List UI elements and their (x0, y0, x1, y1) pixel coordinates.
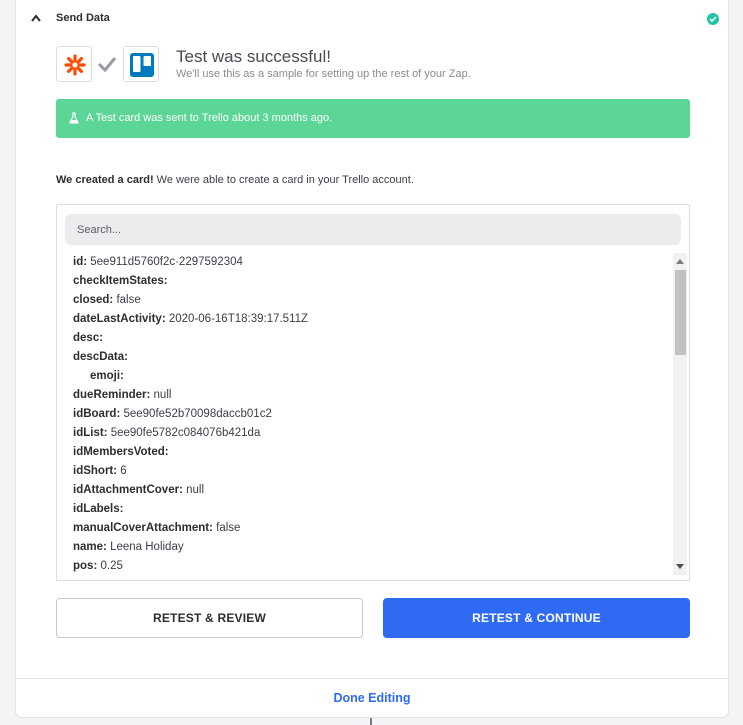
field-row: closed: false (73, 291, 663, 310)
field-key: closed: (73, 294, 114, 306)
flask-icon (69, 112, 79, 124)
created-message: We created a card! We were able to creat… (56, 174, 414, 186)
field-key: idAttachmentCover: (73, 484, 183, 496)
created-rest: We were able to create a card in your Tr… (153, 174, 414, 186)
data-output-box: id: 5ee911d5760f2c·2297592304 checkItemSt… (56, 204, 690, 581)
field-row: id: 5ee911d5760f2c·2297592304 (73, 253, 663, 272)
field-key: name: (73, 541, 107, 553)
field-value: Leena Holiday (106, 541, 184, 553)
field-row: manualCoverAttachment: false (73, 519, 663, 538)
retest-review-button[interactable]: RETEST & REVIEW (56, 598, 363, 638)
test-result-title: Test was successful! (176, 47, 331, 66)
field-list: id: 5ee911d5760f2c·2297592304 checkItemSt… (73, 253, 663, 575)
step-panel: Send Data Test was successful! We'll use… (15, 0, 729, 718)
field-value: false (113, 294, 141, 306)
field-key: descData: (73, 351, 128, 363)
retest-continue-button[interactable]: RETEST & CONTINUE (383, 598, 690, 638)
trello-logo-icon (123, 46, 159, 82)
zapier-logo-icon (56, 46, 92, 82)
field-row: name: Leena Holiday (73, 538, 663, 557)
scrollbar-thumb[interactable] (675, 270, 686, 355)
test-result-subtitle: We'll use this as a sample for setting u… (176, 68, 471, 80)
field-row: idShort: 6 (73, 462, 663, 481)
field-row: idAttachmentCover: null (73, 481, 663, 500)
field-key: emoji: (90, 370, 124, 382)
step-title: Send Data (56, 12, 110, 24)
banner-message: A Test card was sent to Trello about 3 m… (86, 112, 333, 124)
created-bold: We created a card! (56, 174, 154, 186)
success-check-icon (707, 13, 719, 25)
field-row: dueReminder: null (73, 386, 663, 405)
scroll-up-arrow-icon[interactable] (676, 259, 684, 264)
field-value: 6 (117, 465, 127, 477)
field-row: pos: 0.25 (73, 557, 663, 575)
flow-connector (370, 718, 372, 725)
field-row: idLabels: (73, 500, 663, 519)
scroll-down-arrow-icon[interactable] (676, 564, 684, 569)
field-row: descData: (73, 348, 663, 367)
field-row: emoji: (73, 367, 663, 386)
field-value: 2020-06-16T18:39:17.511Z (165, 313, 309, 325)
field-value: 5ee911d5760f2c·2297592304 (87, 256, 243, 268)
check-icon (97, 57, 117, 72)
field-key: dateLastActivity: (73, 313, 166, 325)
done-editing-link[interactable]: Done Editing (16, 691, 728, 705)
field-key: id: (73, 256, 88, 268)
field-key: idShort: (73, 465, 118, 477)
field-key: idBoard: (73, 408, 121, 420)
scrollbar[interactable] (673, 253, 687, 575)
search-input[interactable] (65, 214, 681, 245)
step-header[interactable]: Send Data (16, 0, 728, 38)
field-value: null (150, 389, 172, 401)
field-row: idList: 5ee90fe5782c084076b421da (73, 424, 663, 443)
field-key: pos: (73, 560, 98, 572)
field-key: idList: (73, 427, 108, 439)
field-row: checkItemStates: (73, 272, 663, 291)
field-value: 0.25 (97, 560, 123, 572)
field-key: idLabels: (73, 503, 124, 515)
field-key: checkItemStates: (73, 275, 168, 287)
footer: Done Editing (16, 678, 728, 718)
field-value: 5ee90fe5782c084076b421da (107, 427, 261, 439)
field-key: desc: (73, 332, 104, 344)
field-value: 5ee90fe52b70098daccb01c2 (120, 408, 272, 420)
field-row: dateLastActivity: 2020-06-16T18:39:17.51… (73, 310, 663, 329)
field-value: null (182, 484, 205, 496)
field-key: dueReminder: (73, 389, 151, 401)
field-row: desc: (73, 329, 663, 348)
field-value: false (212, 522, 241, 534)
chevron-up-icon[interactable] (30, 13, 42, 23)
field-key: manualCoverAttachment: (73, 522, 213, 534)
success-banner: A Test card was sent to Trello about 3 m… (56, 99, 690, 138)
field-row: idBoard: 5ee90fe52b70098daccb01c2 (73, 405, 663, 424)
field-row: idMembersVoted: (73, 443, 663, 462)
field-key: idMembersVoted: (73, 446, 169, 458)
